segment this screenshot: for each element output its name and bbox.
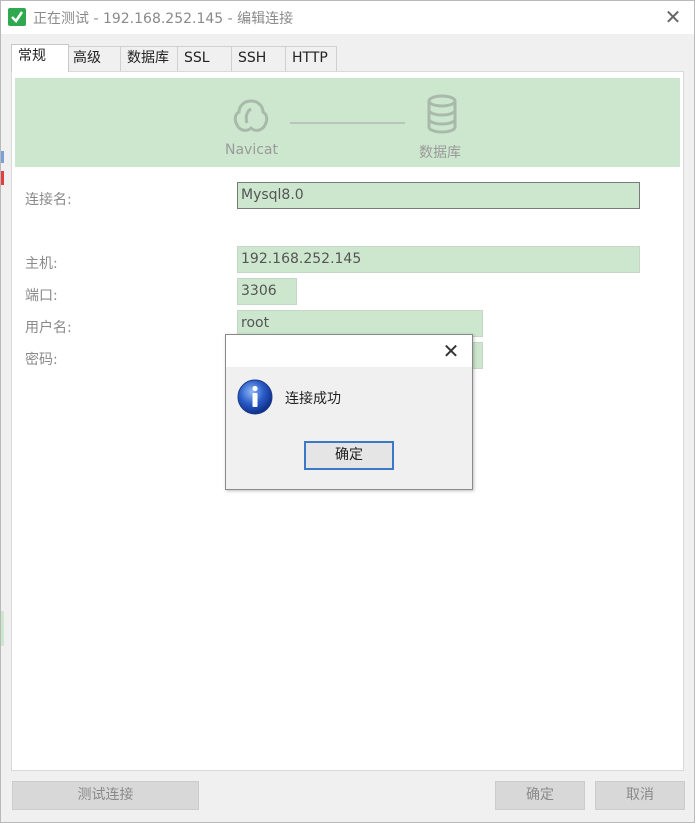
port-label: 端口: <box>25 288 58 304</box>
background-strip <box>1 171 4 185</box>
tab-ssl[interactable]: SSL <box>177 46 232 71</box>
dialog-ok-button[interactable]: 确定 <box>304 441 394 470</box>
test-connection-button[interactable]: 测试连接 <box>12 781 199 810</box>
info-icon <box>237 379 273 415</box>
username-label: 用户名: <box>25 320 72 336</box>
navicat-label: Navicat <box>225 142 278 158</box>
database-icon <box>427 94 457 134</box>
message-dialog-titlebar: ✕ <box>226 335 472 367</box>
ok-button[interactable]: 确定 <box>495 781 585 810</box>
connection-name-input[interactable]: Mysql8.0 <box>237 182 640 209</box>
connection-name-label: 连接名: <box>25 192 72 208</box>
banner-connector-line <box>290 122 405 124</box>
host-label: 主机: <box>25 256 58 272</box>
connection-banner: Navicat 数据库 <box>15 78 680 167</box>
password-label: 密码: <box>25 352 58 368</box>
navicat-app-icon <box>8 8 26 26</box>
host-input[interactable]: 192.168.252.145 <box>237 246 640 273</box>
port-input[interactable]: 3306 <box>237 278 297 305</box>
background-strip <box>1 151 4 163</box>
background-strip <box>1 611 4 646</box>
tab-databases[interactable]: 数据库 <box>120 46 178 71</box>
tab-general[interactable]: 常规 <box>11 44 69 72</box>
tab-advanced[interactable]: 高级 <box>66 46 121 71</box>
window-close-button[interactable]: ✕ <box>656 1 690 33</box>
database-label: 数据库 <box>419 145 461 161</box>
dialog-message: 连接成功 <box>285 391 341 407</box>
username-input[interactable]: root <box>237 310 483 337</box>
title-bar: 正在测试 - 192.168.252.145 - 编辑连接 ✕ <box>1 1 694 34</box>
navicat-logo-icon <box>233 99 269 132</box>
tab-http[interactable]: HTTP <box>285 46 337 71</box>
dialog-close-button[interactable]: ✕ <box>437 337 465 365</box>
message-dialog-body: 连接成功 确定 <box>226 367 472 489</box>
edit-connection-window: 正在测试 - 192.168.252.145 - 编辑连接 ✕ 常规 高级 数据… <box>0 0 695 823</box>
cancel-button[interactable]: 取消 <box>595 781 685 810</box>
tab-ssh[interactable]: SSH <box>231 46 286 71</box>
message-dialog: ✕ 连接成功 确定 <box>225 334 473 490</box>
window-title: 正在测试 - 192.168.252.145 - 编辑连接 <box>33 11 294 27</box>
